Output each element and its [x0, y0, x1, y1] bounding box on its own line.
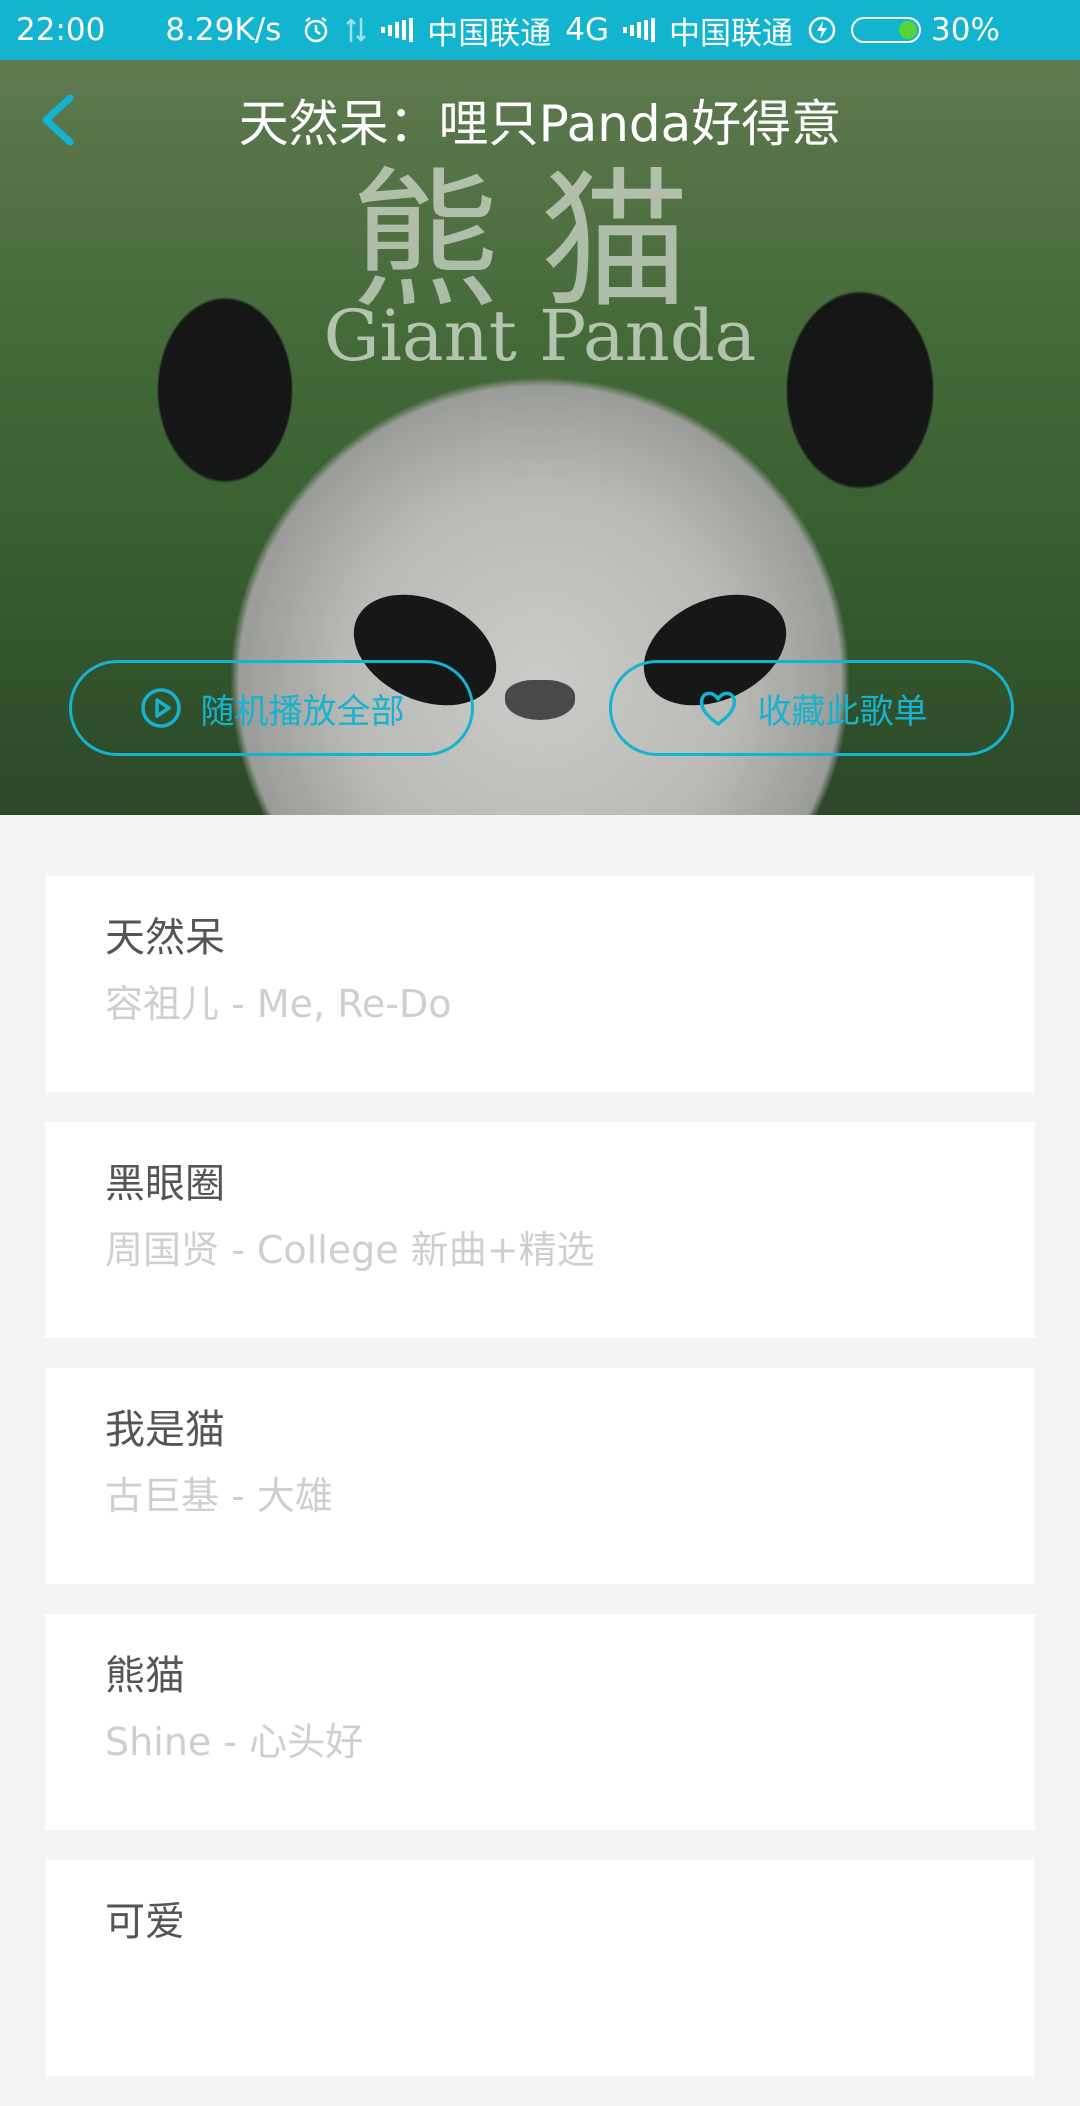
- song-title: 我是猫: [105, 1407, 225, 1453]
- signal-icon: [381, 18, 414, 42]
- status-bar: 22:00 8.29K/s 中国联通 4G 中国联通 30%: [0, 0, 1080, 60]
- favorite-playlist-label: 收藏此歌单: [757, 691, 928, 732]
- page-title: 天然呆：哩只Panda好得意: [238, 95, 842, 153]
- song-subtitle: 周国贤 - College 新曲+精选: [105, 1228, 595, 1272]
- song-item[interactable]: 我是猫 古巨基 - 大雄: [45, 1368, 1035, 1584]
- song-title: 天然呆: [105, 915, 225, 961]
- song-subtitle: 古巨基 - 大雄: [105, 1474, 333, 1518]
- charging-icon: [807, 15, 837, 45]
- play-circle-icon: [140, 688, 181, 728]
- shuffle-play-all-label: 随机播放全部: [200, 691, 405, 732]
- song-item[interactable]: 天然呆 容祖儿 - Me, Re-Do: [45, 876, 1035, 1092]
- song-item[interactable]: 可爱: [45, 1860, 1035, 2076]
- heart-icon: [699, 691, 736, 726]
- signal-icon-2: [623, 18, 656, 42]
- song-item[interactable]: 黑眼圈 周国贤 - College 新曲+精选: [45, 1122, 1035, 1338]
- status-time: 22:00: [16, 12, 106, 48]
- status-network-speed: 8.29K/s: [165, 12, 282, 48]
- cover-watermark-en: Giant Panda: [323, 295, 757, 377]
- song-subtitle: 容祖儿 - Me, Re-Do: [105, 982, 452, 1026]
- status-battery-text: 30%: [931, 12, 1000, 48]
- song-title: 可爱: [105, 1899, 185, 1945]
- status-carrier-1: 中国联通: [427, 15, 552, 52]
- shuffle-play-all-button[interactable]: 随机播放全部: [69, 660, 474, 756]
- song-title: 熊猫: [105, 1653, 185, 1699]
- alarm-icon: [301, 15, 331, 45]
- status-carrier-2: 中国联通: [669, 15, 794, 52]
- song-item[interactable]: 熊猫 Shine - 心头好: [45, 1614, 1035, 1830]
- status-network-type: 4G: [565, 12, 610, 48]
- battery-icon: [851, 17, 922, 43]
- song-subtitle: Shine - 心头好: [105, 1720, 364, 1764]
- favorite-playlist-button[interactable]: 收藏此歌单: [609, 660, 1014, 756]
- data-transfer-icon: [345, 16, 367, 44]
- song-list: 天然呆 容祖儿 - Me, Re-Do 黑眼圈 周国贤 - College 新曲…: [45, 876, 1035, 2106]
- song-title: 黑眼圈: [105, 1161, 225, 1207]
